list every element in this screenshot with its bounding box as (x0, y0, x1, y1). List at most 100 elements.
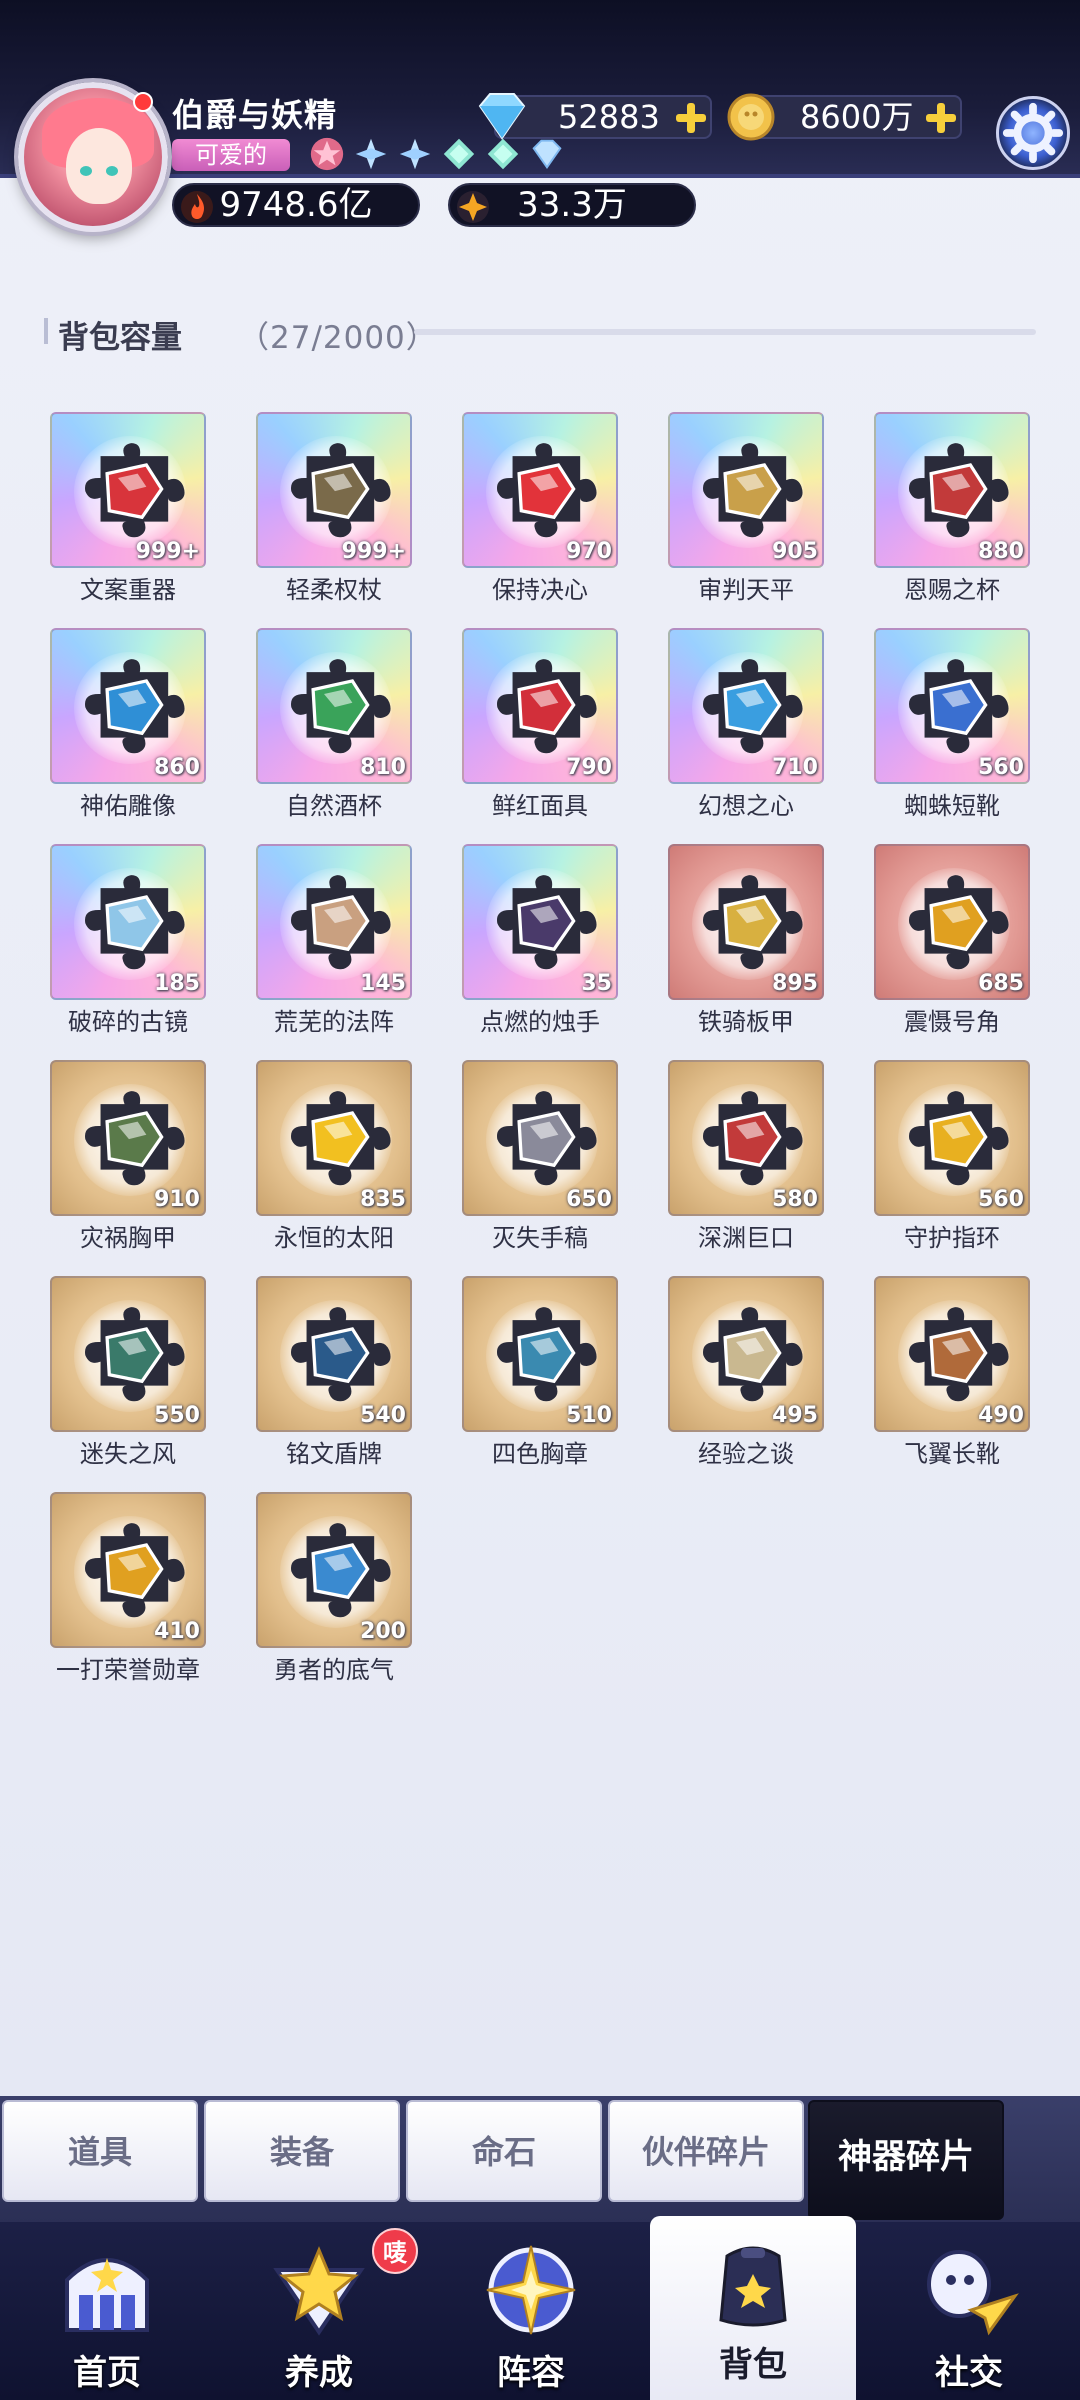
puzzle-shard-icon (85, 1523, 185, 1618)
puzzle-shard-icon (703, 1307, 803, 1402)
tab-equipment[interactable]: 装备 (204, 2100, 400, 2202)
inventory-item[interactable]: 970 保持决心 (462, 412, 618, 608)
inventory-item[interactable]: 560 蜘蛛短靴 (874, 628, 1030, 824)
item-tile[interactable]: 835 (256, 1060, 412, 1216)
item-tile[interactable]: 860 (50, 628, 206, 784)
item-tile[interactable]: 35 (462, 844, 618, 1000)
item-quantity: 410 (154, 1619, 200, 1644)
tab-partner-shards[interactable]: 伙伴碎片 (608, 2100, 804, 2202)
item-tile[interactable]: 510 (462, 1276, 618, 1432)
item-tile[interactable]: 550 (50, 1276, 206, 1432)
nav-backpack[interactable]: 背包 (650, 2216, 856, 2400)
puzzle-shard-icon (497, 1091, 597, 1186)
puzzle-shard-icon (85, 875, 185, 970)
item-tile[interactable]: 790 (462, 628, 618, 784)
inventory-item[interactable]: 580 深渊巨口 (668, 1060, 824, 1256)
inventory-item[interactable]: 895 铁骑板甲 (668, 844, 824, 1040)
item-quantity: 490 (978, 1403, 1024, 1428)
nav-cultivate-label: 养成 (285, 2353, 353, 2393)
add-gold-button[interactable] (926, 103, 956, 133)
inventory-item[interactable]: 685 震慑号角 (874, 844, 1030, 1040)
inventory-item[interactable]: 999+ 轻柔权杖 (256, 412, 412, 608)
inventory-item[interactable]: 710 幻想之心 (668, 628, 824, 824)
item-tile[interactable]: 185 (50, 844, 206, 1000)
inventory-item[interactable]: 905 审判天平 (668, 412, 824, 608)
puzzle-shard-icon (703, 659, 803, 754)
avatar-eye (106, 166, 118, 176)
item-name: 铁骑板甲 (698, 1008, 794, 1036)
inventory-item[interactable]: 810 自然酒杯 (256, 628, 412, 824)
item-tile[interactable]: 410 (50, 1492, 206, 1648)
gold-amount: 8600万 (800, 98, 914, 136)
item-name: 恩赐之杯 (904, 576, 1000, 604)
item-tile[interactable]: 650 (462, 1060, 618, 1216)
item-name: 蜘蛛短靴 (904, 792, 1000, 820)
puzzle-shard-icon (497, 875, 597, 970)
inventory-item[interactable]: 880 恩赐之杯 (874, 412, 1030, 608)
inventory-item[interactable]: 560 守护指环 (874, 1060, 1030, 1256)
item-tile[interactable]: 905 (668, 412, 824, 568)
item-tile[interactable]: 895 (668, 844, 824, 1000)
inventory-item[interactable]: 550 迷失之风 (50, 1276, 206, 1472)
inventory-item[interactable]: 185 破碎的古镜 (50, 844, 206, 1040)
item-tile[interactable]: 495 (668, 1276, 824, 1432)
item-tile[interactable]: 685 (874, 844, 1030, 1000)
item-tile[interactable]: 490 (874, 1276, 1030, 1432)
tab-fate-stones[interactable]: 命石 (406, 2100, 602, 2202)
puzzle-shard-icon (909, 1091, 1009, 1186)
nav-social[interactable]: 社交 (866, 2222, 1072, 2400)
item-tile[interactable]: 810 (256, 628, 412, 784)
item-quantity: 540 (360, 1403, 406, 1428)
item-name: 鲜红面具 (492, 792, 588, 820)
item-tile[interactable]: 710 (668, 628, 824, 784)
inventory-item[interactable]: 35 点燃的烛手 (462, 844, 618, 1040)
inventory-item[interactable]: 650 灭失手稿 (462, 1060, 618, 1256)
inventory-item[interactable]: 495 经验之谈 (668, 1276, 824, 1472)
rank-gem-diamond-icon (532, 139, 562, 169)
inventory-item[interactable]: 145 荒芜的法阵 (256, 844, 412, 1040)
nav-lineup[interactable]: 阵容 (428, 2222, 634, 2400)
inventory-item[interactable]: 200 勇者的底气 (256, 1492, 412, 1688)
avatar-eye (80, 166, 92, 176)
item-tile[interactable]: 560 (874, 628, 1030, 784)
item-tile[interactable]: 540 (256, 1276, 412, 1432)
item-tile[interactable]: 910 (50, 1060, 206, 1216)
item-tile[interactable]: 200 (256, 1492, 412, 1648)
item-tile[interactable]: 970 (462, 412, 618, 568)
tab-artifact-shards[interactable]: 神器碎片 (808, 2100, 1004, 2220)
inventory-item[interactable]: 490 飞翼长靴 (874, 1276, 1030, 1472)
bottom-nav: 首页 养成 阵容 背包 社交 (0, 2216, 1080, 2400)
item-quantity: 910 (154, 1187, 200, 1212)
home-icon (65, 2258, 149, 2332)
item-tile[interactable]: 560 (874, 1060, 1030, 1216)
item-tile[interactable]: 880 (874, 412, 1030, 568)
inventory-item[interactable]: 860 神佑雕像 (50, 628, 206, 824)
inventory-item[interactable]: 790 鲜红面具 (462, 628, 618, 824)
inventory-item[interactable]: 835 永恒的太阳 (256, 1060, 412, 1256)
item-name: 一打荣誉勋章 (56, 1656, 200, 1684)
inventory-item[interactable]: 540 铭文盾牌 (256, 1276, 412, 1472)
nav-home-label: 首页 (73, 2353, 141, 2393)
puzzle-shard-icon (291, 1523, 391, 1618)
player-title-badge[interactable]: 可爱的 (172, 139, 290, 171)
item-tile[interactable]: 999+ (50, 412, 206, 568)
item-name: 自然酒杯 (286, 792, 382, 820)
settings-gear-button[interactable] (996, 96, 1070, 170)
puzzle-shard-icon (291, 659, 391, 754)
item-tile[interactable]: 145 (256, 844, 412, 1000)
inventory-item[interactable]: 510 四色胸章 (462, 1276, 618, 1472)
inventory-item[interactable]: 410 一打荣誉勋章 (50, 1492, 206, 1688)
item-name: 铭文盾牌 (286, 1440, 382, 1468)
inventory-item[interactable]: 999+ 文案重器 (50, 412, 206, 608)
item-quantity: 550 (154, 1403, 200, 1428)
puzzle-shard-icon (909, 659, 1009, 754)
item-quantity: 650 (566, 1187, 612, 1212)
nav-home[interactable]: 首页 (4, 2222, 210, 2400)
rank-gem-blue-icon (399, 138, 431, 170)
item-tile[interactable]: 999+ (256, 412, 412, 568)
add-diamonds-button[interactable] (676, 103, 706, 133)
item-name: 灾祸胸甲 (80, 1224, 176, 1252)
item-tile[interactable]: 580 (668, 1060, 824, 1216)
inventory-item[interactable]: 910 灾祸胸甲 (50, 1060, 206, 1256)
tab-items[interactable]: 道具 (2, 2100, 198, 2202)
